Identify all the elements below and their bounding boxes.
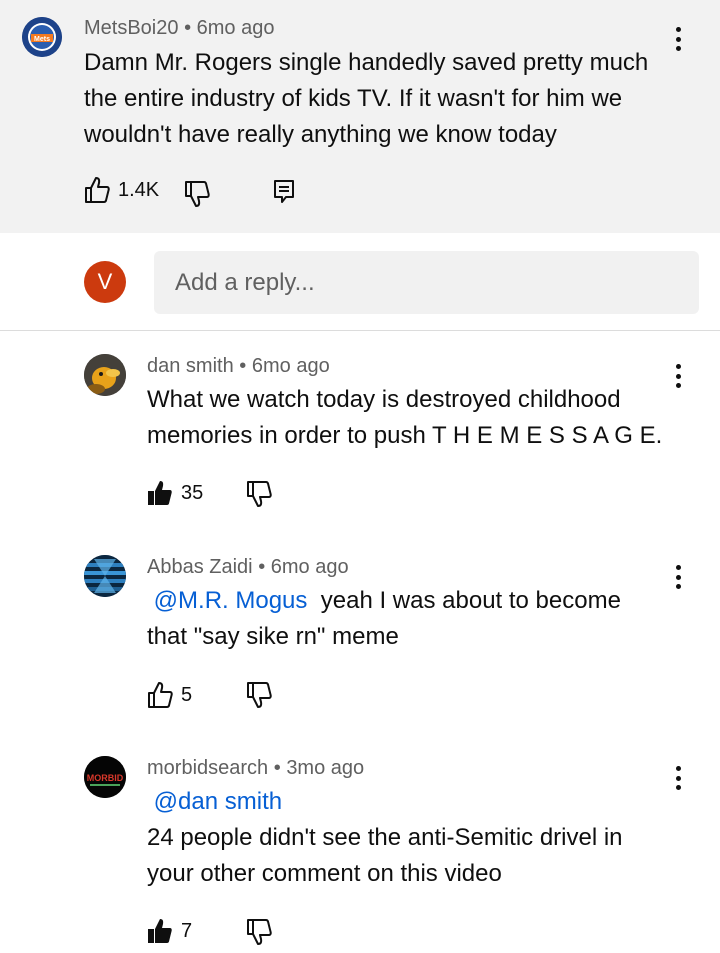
comment-text: @dan smith 24 people didn't see the anti-… [147, 788, 623, 887]
comment-meta: morbidsearch • 3mo ago [147, 757, 365, 779]
author-name[interactable]: dan smith [147, 355, 234, 377]
more-options-icon[interactable] [666, 361, 690, 391]
dislike-button[interactable] [246, 681, 272, 709]
more-options-icon[interactable] [666, 763, 690, 793]
parent-comment: Mets MetsBoi20 • 6mo ago Damn Mr. Rogers… [0, 0, 720, 233]
like-button[interactable]: 5 [147, 681, 192, 709]
user-mention-link[interactable]: @dan smith [154, 788, 282, 815]
svg-text:MORBID: MORBID [87, 773, 124, 783]
timestamp: 6mo ago [251, 355, 330, 377]
dislike-button[interactable] [184, 180, 210, 208]
comment-reply-icon [274, 180, 294, 204]
avatar[interactable] [84, 354, 126, 396]
like-button[interactable]: 7 [147, 918, 192, 944]
reply-input[interactable] [154, 251, 699, 314]
thumbs-down-outline-icon [246, 480, 272, 508]
user-mention-link[interactable]: @M.R. Mogus [154, 587, 308, 614]
thumbs-up-outline-icon [147, 681, 173, 709]
more-options-icon[interactable] [666, 562, 690, 592]
dislike-button[interactable] [246, 480, 272, 508]
author-name[interactable]: morbidsearch [147, 757, 268, 779]
reply-compose-row: V [0, 233, 720, 331]
thumbs-down-outline-icon [184, 180, 210, 208]
comment-meta: dan smith • 6mo ago [147, 355, 330, 377]
thumbs-down-outline-icon [246, 918, 272, 946]
thumbs-down-outline-icon [246, 681, 272, 709]
thumbs-up-outline-icon [84, 176, 110, 204]
thumbs-up-filled-icon [147, 480, 173, 506]
avatar[interactable]: MORBID [84, 756, 126, 798]
timestamp: 6mo ago [196, 17, 275, 39]
comment-text: Damn Mr. Rogers single handedly saved pr… [84, 49, 649, 148]
like-count: 7 [181, 919, 193, 942]
comment-text: @M.R. Mogus yeah I was about to become t… [147, 587, 621, 650]
thumbs-up-filled-icon [147, 918, 173, 944]
duck-avatar-icon [84, 354, 126, 396]
mets-logo-icon: Mets [22, 17, 62, 57]
like-button[interactable]: 35 [147, 480, 203, 506]
abstract-avatar-icon [84, 555, 126, 597]
timestamp: 3mo ago [286, 757, 365, 779]
svg-text:Mets: Mets [34, 36, 50, 43]
dislike-button[interactable] [246, 918, 272, 946]
reply-button[interactable] [274, 180, 294, 204]
author-name[interactable]: Abbas Zaidi [147, 556, 253, 578]
like-button[interactable]: 1.4K [84, 176, 159, 204]
like-count: 35 [181, 481, 204, 504]
author-name[interactable]: MetsBoi20 [84, 17, 179, 39]
avatar[interactable]: Mets [22, 17, 62, 57]
comment-text: What we watch today is destroyed childho… [147, 386, 663, 449]
avatar[interactable] [84, 555, 126, 597]
avatar[interactable]: V [84, 261, 126, 303]
comment-meta: MetsBoi20 • 6mo ago [84, 17, 275, 39]
timestamp: 6mo ago [270, 556, 349, 578]
like-count: 5 [181, 683, 193, 706]
morbid-logo-icon: MORBID [84, 756, 126, 798]
like-count: 1.4K [118, 178, 160, 201]
comment-meta: Abbas Zaidi • 6mo ago [147, 556, 349, 578]
